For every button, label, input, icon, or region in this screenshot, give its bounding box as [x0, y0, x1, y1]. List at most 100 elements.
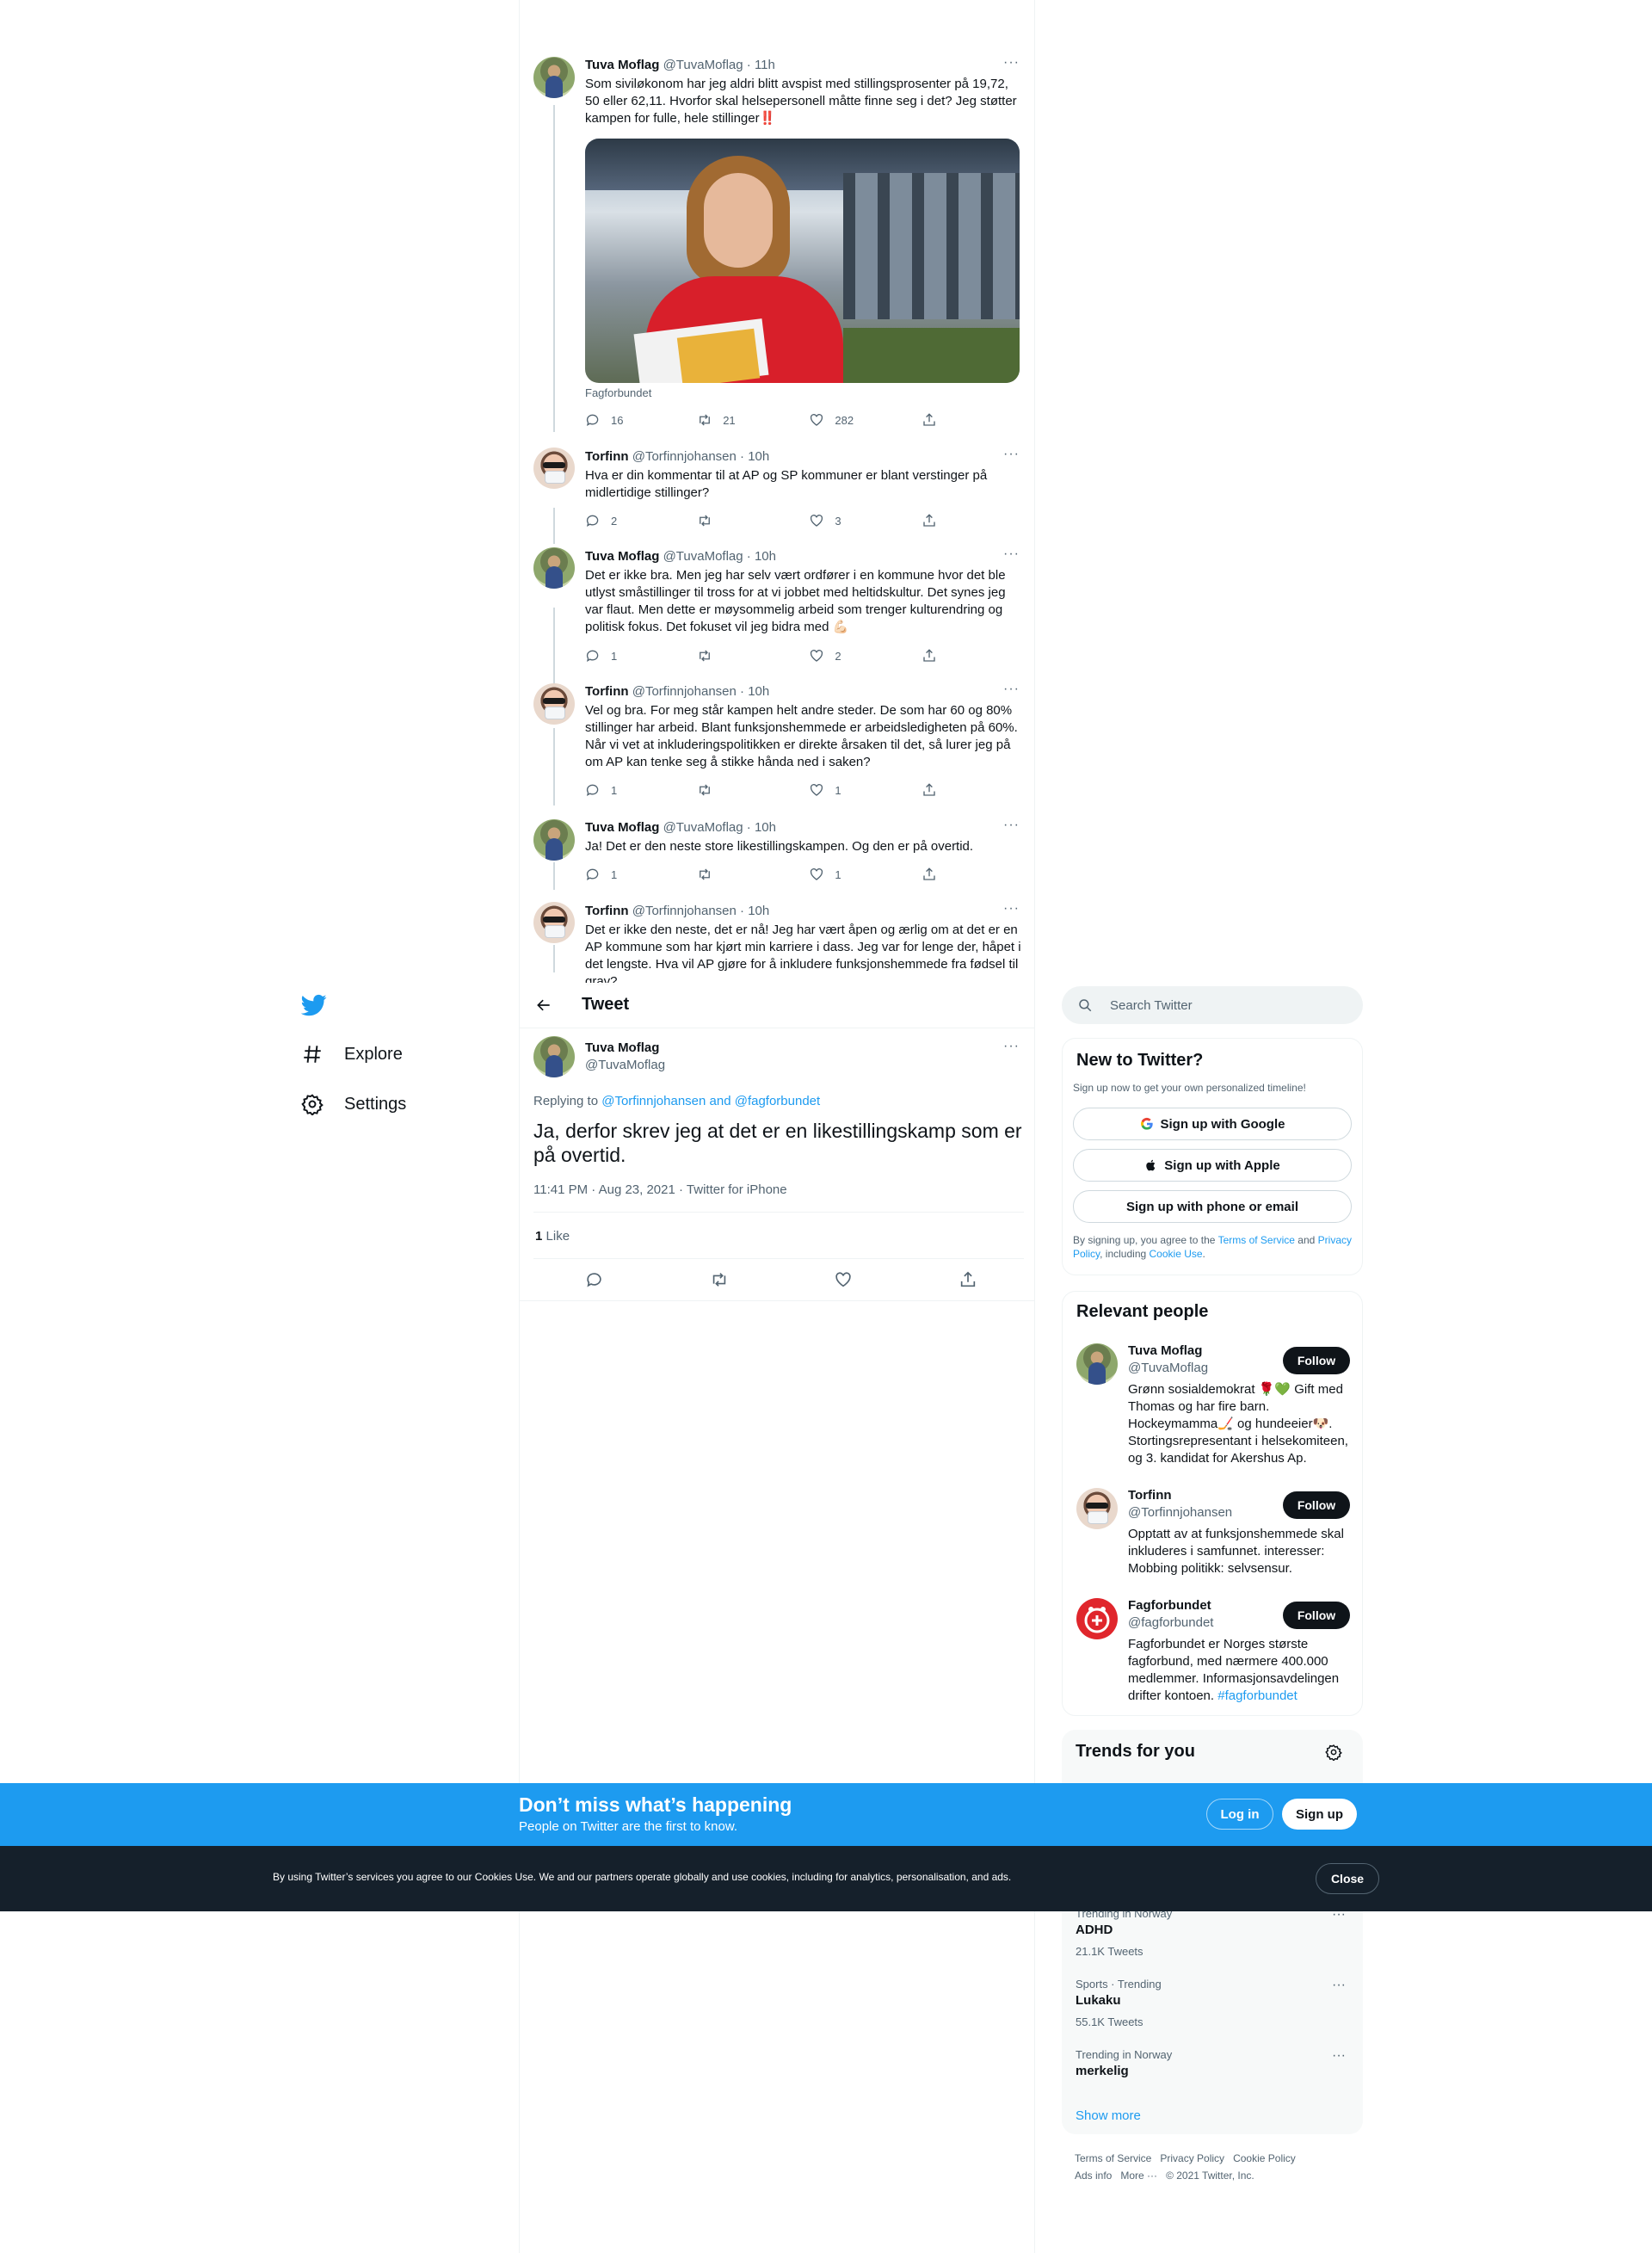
tweet-header: Torfinn @Torfinnjohansen · 10h: [585, 684, 770, 699]
terms-link[interactable]: Terms of Service: [1218, 1234, 1295, 1246]
like-button[interactable]: [834, 1270, 853, 1289]
follow-button[interactable]: Follow: [1283, 1347, 1350, 1374]
signup-terms: By signing up, you agree to the Terms of…: [1073, 1234, 1352, 1260]
person-name[interactable]: Fagforbundet: [1128, 1598, 1211, 1613]
footer-cookie[interactable]: Cookie Policy: [1233, 2152, 1296, 2164]
main-tweet-handle[interactable]: @TuvaMoflag: [585, 1058, 665, 1072]
avatar[interactable]: [1076, 1488, 1118, 1529]
cookie-link[interactable]: Cookie Use: [1150, 1248, 1203, 1260]
share-button[interactable]: [922, 781, 955, 799]
avatar[interactable]: [533, 547, 575, 589]
retweet-button[interactable]: [697, 512, 809, 529]
apple-icon: [1144, 1158, 1157, 1172]
login-button[interactable]: Log in: [1206, 1799, 1273, 1830]
retweet-button[interactable]: [697, 647, 809, 664]
more-icon[interactable]: ···: [1332, 2048, 1346, 2064]
fagforbundet-logo-icon[interactable]: [1076, 1598, 1118, 1639]
like-button[interactable]: 2: [809, 647, 921, 664]
thread-line: [553, 728, 555, 806]
avatar[interactable]: [533, 57, 575, 98]
share-button[interactable]: [922, 411, 955, 429]
twitter-logo-icon[interactable]: [301, 992, 327, 1018]
like-button[interactable]: 1: [809, 866, 921, 883]
share-button[interactable]: [922, 866, 955, 883]
avatar[interactable]: [533, 819, 575, 861]
reply-button[interactable]: 1: [585, 647, 697, 664]
reply-button[interactable]: [585, 1270, 604, 1289]
person-handle[interactable]: @Torfinnjohansen: [1128, 1505, 1232, 1520]
more-icon[interactable]: ···: [1332, 1978, 1346, 1993]
more-icon[interactable]: ···: [1003, 546, 1020, 562]
new-to-twitter-title: New to Twitter?: [1076, 1051, 1204, 1070]
signup-phone-button[interactable]: Sign up with phone or email: [1073, 1190, 1352, 1223]
retweet-button[interactable]: [697, 866, 809, 883]
share-button[interactable]: [922, 512, 955, 529]
main-tweet-meta[interactable]: 11:41 PM · Aug 23, 2021 · Twitter for iP…: [533, 1182, 787, 1197]
avatar[interactable]: [533, 902, 575, 943]
person-name[interactable]: Tuva Moflag: [1128, 1343, 1202, 1358]
footer-terms[interactable]: Terms of Service: [1075, 2152, 1151, 2164]
share-button[interactable]: [959, 1270, 977, 1289]
tweet-actions: 2 3: [585, 512, 955, 529]
tweet-header: Tuva Moflag @TuvaMoflag · 10h: [585, 820, 776, 835]
signup-google-button[interactable]: Sign up with Google: [1073, 1108, 1352, 1140]
thread-line: [553, 945, 555, 972]
new-to-twitter-subtitle: Sign up now to get your own personalized…: [1073, 1082, 1306, 1094]
replying-to-users[interactable]: @Torfinnjohansen and @fagforbundet: [601, 1094, 820, 1108]
person-handle[interactable]: @TuvaMoflag: [1128, 1361, 1208, 1375]
avatar[interactable]: [533, 683, 575, 725]
signup-apple-button[interactable]: Sign up with Apple: [1073, 1149, 1352, 1182]
reply-button[interactable]: 16: [585, 411, 697, 429]
more-icon[interactable]: ···: [1003, 901, 1020, 917]
tweet-text: Som siviløkonom har jeg aldri blitt avsp…: [585, 77, 1017, 126]
search-box[interactable]: Search Twitter: [1062, 986, 1363, 1024]
gear-icon[interactable]: [1325, 1744, 1342, 1761]
tweet-header: Torfinn @Torfinnjohansen · 10h: [585, 449, 770, 464]
retweet-button[interactable]: [697, 781, 809, 799]
avatar[interactable]: [533, 1036, 575, 1077]
more-icon[interactable]: ···: [1003, 447, 1020, 462]
like-button[interactable]: 1: [809, 781, 921, 799]
main-tweet-author[interactable]: Tuva Moflag: [585, 1040, 659, 1055]
signup-button[interactable]: Sign up: [1282, 1799, 1357, 1830]
more-icon[interactable]: ···: [1003, 818, 1020, 833]
like-button[interactable]: 3: [809, 512, 921, 529]
search-input[interactable]: Search Twitter: [1110, 998, 1193, 1013]
tweet-text: Det er ikke den neste, det er nå! Jeg ha…: [585, 923, 1021, 985]
reply-button[interactable]: 1: [585, 866, 697, 883]
footer-privacy[interactable]: Privacy Policy: [1160, 2152, 1224, 2164]
replying-to: Replying to @Torfinnjohansen and @fagfor…: [533, 1094, 821, 1108]
retweet-button[interactable]: 21: [697, 411, 809, 429]
back-arrow-icon[interactable]: [535, 997, 552, 1014]
nav-settings[interactable]: Settings: [301, 1093, 406, 1115]
share-button[interactable]: [922, 647, 955, 664]
follow-button[interactable]: Follow: [1283, 1491, 1350, 1519]
more-icon[interactable]: ···: [1003, 682, 1020, 697]
avatar[interactable]: [533, 448, 575, 489]
tweet-text: Ja! Det er den neste store likestillings…: [585, 839, 974, 854]
show-more-link[interactable]: Show more: [1076, 2108, 1141, 2123]
media-caption: Fagforbundet: [585, 386, 652, 399]
main-tweet-text: Ja, derfor skrev jeg at det er en likest…: [533, 1120, 1022, 1166]
reply-button[interactable]: 2: [585, 512, 697, 529]
likes-count[interactable]: 1 Like: [535, 1229, 570, 1244]
person-name[interactable]: Torfinn: [1128, 1488, 1172, 1503]
retweet-button[interactable]: [710, 1270, 729, 1289]
nav-explore-label: Explore: [344, 1044, 403, 1064]
more-icon[interactable]: ···: [1003, 55, 1020, 71]
reply-button[interactable]: 1: [585, 781, 697, 799]
hashtag-link[interactable]: #fagforbundet: [1217, 1688, 1298, 1703]
person-handle[interactable]: @fagforbundet: [1128, 1615, 1213, 1630]
tweet-actions: 16 21 282: [585, 411, 955, 429]
footer-more[interactable]: More ···: [1120, 2170, 1157, 2182]
follow-button[interactable]: Follow: [1283, 1602, 1350, 1629]
cookie-close-button[interactable]: Close: [1316, 1863, 1379, 1894]
tweet-header: Tuva Moflag @TuvaMoflag · 11h: [585, 58, 775, 72]
divider: [533, 1258, 1024, 1259]
nav-explore[interactable]: Explore: [301, 1043, 403, 1065]
like-button[interactable]: 282: [809, 411, 921, 429]
footer-ads[interactable]: Ads info: [1075, 2170, 1112, 2182]
tweet-photo[interactable]: [585, 139, 1020, 383]
avatar[interactable]: [1076, 1343, 1118, 1385]
more-icon[interactable]: ···: [1003, 1039, 1020, 1054]
